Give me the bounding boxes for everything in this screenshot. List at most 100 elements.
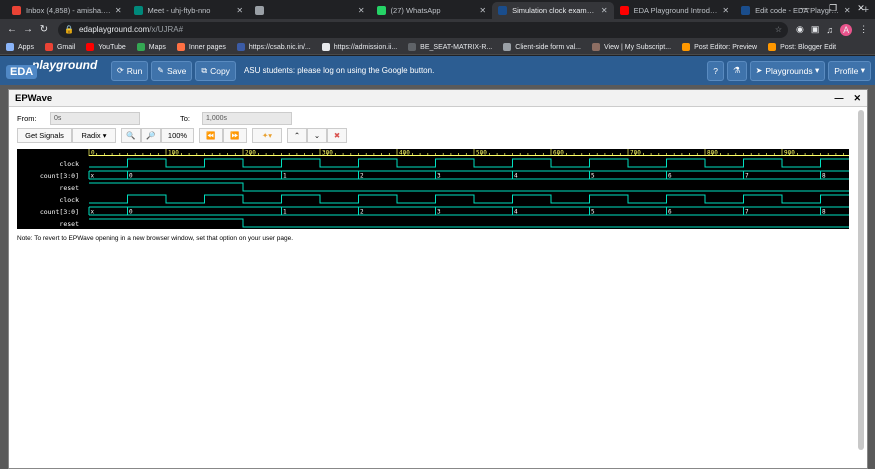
radix-button[interactable]: Radix ▾	[72, 128, 116, 143]
tab-title: Inbox (4,858) - amisha.singh	[26, 6, 111, 15]
close-tab-icon[interactable]: ✕	[115, 6, 122, 15]
browser-tab[interactable]: Simulation clock example(1) ✕	[492, 2, 614, 19]
get-signals-button[interactable]: Get Signals	[17, 128, 72, 143]
close-tab-icon[interactable]: ✕	[601, 6, 608, 15]
waveform-canvas[interactable]: 0 100 200 300 400 500 600 700 800 900clockcount[3…	[17, 149, 849, 229]
browser-tab[interactable]: ✕	[249, 2, 371, 19]
bus-value: 3	[437, 209, 441, 216]
browser-tab[interactable]: EDA Playground Introduction✕	[614, 2, 736, 19]
waveform-viewer[interactable]: 0 100 200 300 400 500 600 700 800 900 clock count[3…	[17, 149, 849, 229]
bookmark-item[interactable]: Inner pages	[176, 43, 226, 51]
menu-icon[interactable]: ⋮	[859, 24, 868, 35]
bookmark-item[interactable]: Apps	[6, 43, 34, 51]
bookmark-item[interactable]: Gmail	[44, 43, 75, 51]
bookmark-item[interactable]: Post Editor: Preview	[682, 43, 757, 51]
close-tab-icon[interactable]: ✕	[479, 6, 486, 15]
bookmark-label: https://admission.ii...	[333, 43, 398, 51]
browser-tab[interactable]: (27) WhatsApp ✕	[371, 2, 493, 19]
avatar[interactable]: A	[840, 23, 853, 36]
epwave-title-bar: EPWave — ✕	[9, 90, 867, 107]
bookmark-favicon-icon	[768, 43, 777, 51]
remove-signal-button[interactable]: ✖	[327, 128, 347, 143]
close-tab-icon[interactable]: ✕	[722, 6, 729, 15]
bookmark-favicon-icon	[408, 43, 417, 51]
maximize-icon[interactable]: ❐	[819, 0, 847, 19]
from-input[interactable]	[50, 112, 140, 125]
eda-logo[interactable]: playground EDA	[0, 56, 108, 85]
url-path: /x/UJRA#	[149, 25, 184, 34]
flask-button[interactable]: ⚗	[727, 60, 747, 81]
tab-title: (27) WhatsApp	[390, 6, 441, 15]
bookmark-favicon-icon	[503, 43, 512, 51]
browser-tab[interactable]: Inbox (4,858) - amisha.singh ✕	[6, 2, 128, 19]
bus-value: 4	[514, 209, 518, 216]
bookmark-favicon-icon	[592, 43, 601, 51]
close-window-icon[interactable]: ✕	[847, 0, 875, 19]
dialog-scrollbar[interactable]	[858, 110, 864, 450]
ruler-tick-label: 300	[322, 150, 333, 157]
bus-value: 8	[822, 173, 826, 180]
zoom-in-button[interactable]: 🔍	[121, 128, 141, 143]
extension-icon[interactable]: ◉	[796, 24, 804, 35]
bookmark-item[interactable]: YouTube	[86, 43, 126, 51]
bookmark-favicon-icon	[44, 43, 53, 51]
bookmark-star-icon[interactable]: ☆	[775, 25, 782, 34]
zoom-out-button[interactable]: 🔎	[141, 128, 161, 143]
ruler-tick-label: 700	[630, 150, 641, 157]
next-edge-button[interactable]: ⏩	[223, 128, 247, 143]
move-down-button[interactable]: ⌄	[307, 128, 327, 143]
close-tab-icon[interactable]: ✕	[358, 6, 365, 15]
signal-name: reset	[59, 220, 79, 228]
bookmark-item[interactable]: Maps	[136, 43, 166, 51]
reload-icon[interactable]: ↻	[36, 24, 52, 35]
signal-name: count[3:0]	[40, 208, 79, 216]
bookmark-label: View | My Subscript...	[604, 43, 672, 51]
bus-value: 7	[745, 173, 749, 180]
zoom-level[interactable]: 100%	[161, 128, 194, 143]
refresh-icon: ⟳	[117, 66, 124, 75]
close-dialog-icon[interactable]: ✕	[853, 93, 861, 104]
save-icon: ✎	[157, 66, 164, 75]
bookmark-label: YouTube	[98, 43, 126, 51]
puzzle-icon[interactable]: ▣	[811, 24, 820, 35]
bookmark-label: Maps	[148, 43, 166, 51]
bookmark-item[interactable]: https://admission.ii...	[321, 43, 398, 51]
browser-tab[interactable]: Meet - uhj-ftyb-nno ✕	[128, 2, 250, 19]
chevron-up-icon: ⌃	[293, 131, 301, 140]
rocket-icon: ➤	[755, 66, 763, 75]
bookmark-favicon-icon	[176, 43, 185, 51]
bookmark-label: Client-side form val...	[515, 43, 582, 51]
zoom-out-icon: 🔎	[146, 131, 156, 140]
forward-icon[interactable]: →	[20, 24, 36, 35]
rewind-icon: ⏪	[206, 131, 216, 140]
back-icon[interactable]: ←	[4, 24, 20, 35]
profile-button[interactable]: Profile ▾	[828, 60, 871, 81]
save-button[interactable]: ✎ Save	[151, 60, 193, 81]
minimize-dialog-icon[interactable]: —	[834, 93, 843, 104]
bookmark-item[interactable]: BE_SEAT-MATRIX-R...	[408, 43, 492, 51]
address-bar[interactable]: 🔒 edaplayground.com/x/UJRA# ☆	[58, 21, 788, 38]
signal-name: reset	[59, 184, 79, 192]
ruler-tick-label: 600	[553, 150, 564, 157]
run-button[interactable]: ⟳ Run	[111, 60, 149, 81]
highlight-button[interactable]: ✦▾	[252, 128, 282, 143]
close-tab-icon[interactable]: ✕	[236, 6, 243, 15]
bookmark-item[interactable]: Client-side form val...	[503, 43, 581, 51]
bus-value: 2	[360, 173, 364, 180]
lock-icon: 🔒	[64, 25, 74, 34]
bus-value: 1	[283, 173, 287, 180]
playgrounds-button[interactable]: ➤ Playgrounds ▾	[749, 60, 826, 81]
prev-edge-button[interactable]: ⏪	[199, 128, 223, 143]
save-label: Save	[167, 65, 187, 76]
to-input[interactable]	[202, 112, 292, 125]
media-icon[interactable]: ♫	[826, 25, 833, 35]
copy-button[interactable]: ⧉ Copy	[195, 60, 236, 81]
bookmark-item[interactable]: https://csab.nic.in/...	[236, 43, 311, 51]
move-up-button[interactable]: ⌃	[287, 128, 307, 143]
bookmark-item[interactable]: View | My Subscript...	[592, 43, 671, 51]
bookmark-item[interactable]: Post: Blogger Edit	[768, 43, 836, 51]
window-controls: — ❐ ✕	[791, 0, 875, 19]
url-host: edaplayground.com	[78, 25, 150, 34]
help-button[interactable]: ?	[707, 60, 725, 81]
minimize-icon[interactable]: —	[791, 0, 819, 19]
